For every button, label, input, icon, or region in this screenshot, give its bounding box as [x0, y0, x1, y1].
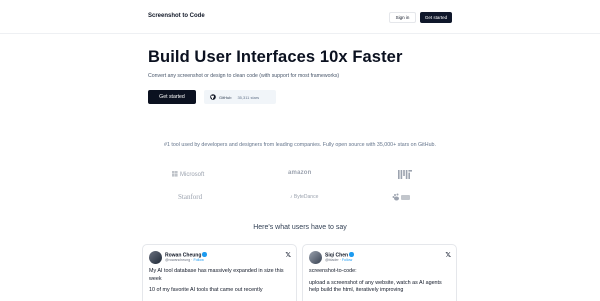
github-star-count: 35,311 stars — [237, 94, 260, 100]
tweet-line: 10 of my favorite AI tools that came out… — [149, 287, 263, 293]
avatar — [309, 251, 322, 264]
stanford-logo: Stanford — [178, 193, 203, 201]
microsoft-logo: Microsoft — [172, 171, 204, 178]
tweet-text: screenshot-to-code: upload a screenshot … — [309, 268, 451, 299]
get-started-button[interactable]: Get started — [148, 90, 196, 104]
top-nav: Screenshot to Code Sign in Get started — [0, 0, 600, 34]
author-handle-text: @rowancheung — [165, 258, 191, 262]
bytedance-logo-text: ByteDance — [293, 194, 319, 200]
header-get-started-button[interactable]: Get started — [420, 12, 452, 23]
author-handle: @blader · Follow — [325, 258, 353, 262]
tweet-line: My AI tool database has massively expand… — [149, 268, 284, 282]
github-label: GitHub — [219, 94, 232, 100]
tweet-text: My AI tool database has massively expand… — [149, 268, 291, 299]
amazon-logo: amazon — [288, 170, 312, 176]
follow-link[interactable]: Follow — [342, 258, 352, 262]
avatar — [149, 251, 162, 264]
social-proof-text: #1 tool used by developers and designers… — [164, 142, 436, 148]
follow-link[interactable]: Follow — [193, 258, 203, 262]
testimonial-card[interactable]: Rowan Cheung @rowancheung · Follow 𝕏 My … — [142, 244, 297, 301]
microsoft-grid-icon — [172, 171, 178, 177]
verified-badge-icon — [349, 252, 354, 257]
hero-subtitle: Convert any screenshot or design to clea… — [148, 73, 340, 79]
github-icon — [210, 94, 216, 100]
mit-logo — [398, 170, 412, 181]
mit-logo-icon — [398, 170, 412, 179]
bytedance-logo: ♪ ByteDance — [290, 194, 318, 200]
baidu-logo — [392, 193, 410, 203]
x-logo-icon[interactable]: 𝕏 — [285, 251, 291, 259]
github-stars-button[interactable]: GitHub 35,311 stars — [204, 90, 276, 104]
hero-title: Build User Interfaces 10x Faster — [148, 48, 403, 66]
microsoft-logo-text: Microsoft — [180, 172, 205, 178]
tweet-line: upload a screenshot of any website, watc… — [309, 279, 442, 294]
baidu-logo-icon — [392, 193, 410, 201]
testimonial-card[interactable]: Siqi Chen @blader · Follow 𝕏 screenshot-… — [302, 244, 457, 301]
author-handle-text: @blader — [325, 258, 339, 262]
sign-in-button[interactable]: Sign in — [389, 12, 416, 23]
author-handle: @rowancheung · Follow — [165, 258, 204, 262]
testimonials-heading: Here's what users have to say — [253, 224, 347, 231]
tweet-line: screenshot-to-code: — [309, 268, 357, 274]
verified-badge-icon — [202, 252, 207, 257]
x-logo-icon[interactable]: 𝕏 — [445, 251, 451, 259]
brand-name[interactable]: Screenshot to Code — [148, 13, 205, 19]
